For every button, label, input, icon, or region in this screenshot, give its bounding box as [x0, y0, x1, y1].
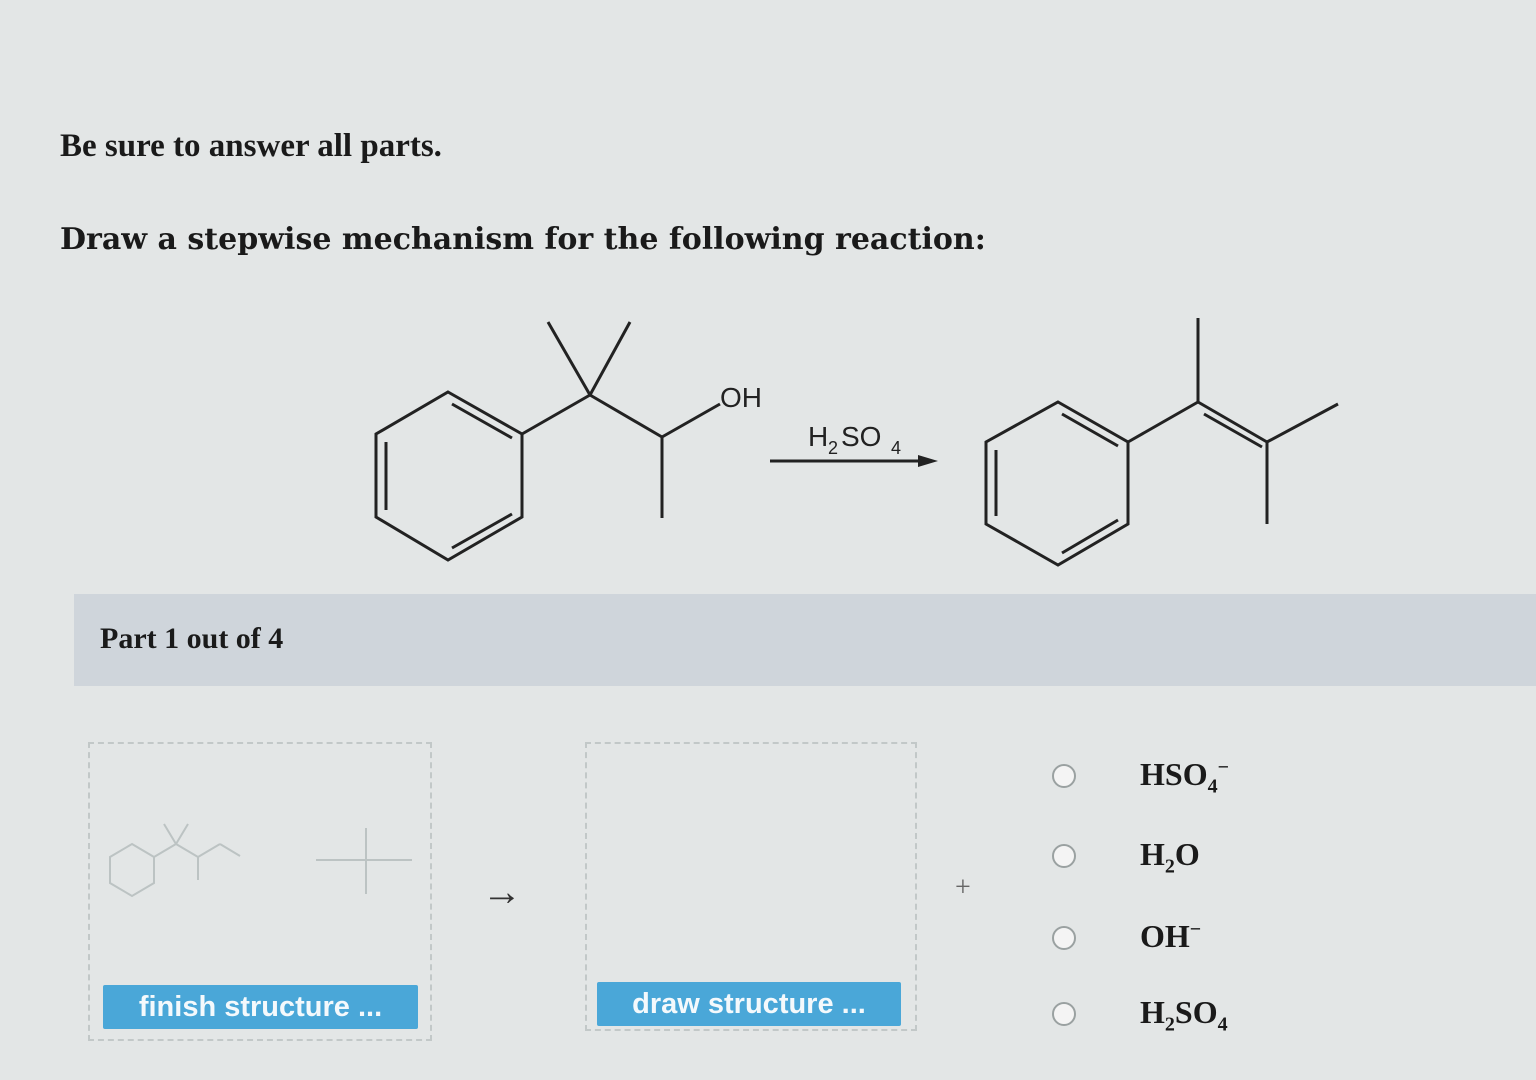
option-label: OH− [1140, 918, 1202, 954]
option-hydroxide[interactable]: OH− [1052, 918, 1312, 958]
option-water[interactable]: H2O [1052, 836, 1312, 878]
reagent-label: H 2 SO 4 [808, 421, 901, 458]
svg-text:SO: SO [841, 421, 881, 452]
part-banner: Part 1 out of 4 [74, 594, 1536, 686]
svg-text:2: 2 [828, 438, 838, 458]
option-bisulfate[interactable]: HSO4− [1052, 756, 1312, 798]
option-sulfuric-acid[interactable]: H2SO4 [1052, 994, 1312, 1036]
radio-button[interactable] [1052, 764, 1076, 788]
svg-text:4: 4 [891, 438, 901, 458]
radio-button[interactable] [1052, 1002, 1076, 1026]
finish-structure-button[interactable]: finish structure ... [103, 985, 418, 1029]
reaction-arrow [770, 455, 938, 467]
svg-text:H: H [808, 421, 828, 452]
option-label: H2SO4 [1140, 994, 1228, 1036]
structure-canvas-1[interactable]: finish structure ... [88, 742, 432, 1041]
hydroxyl-label: OH [720, 382, 762, 413]
option-label: HSO4− [1140, 756, 1229, 798]
radio-button[interactable] [1052, 926, 1076, 950]
option-label: H2O [1140, 836, 1200, 878]
plus-sign: + [955, 872, 971, 903]
reactant-structure [374, 321, 721, 562]
part-label: Part 1 out of 4 [100, 622, 284, 655]
product-structure [984, 318, 1339, 567]
mechanism-arrow: → [482, 869, 522, 914]
draw-structure-button[interactable]: draw structure ... [597, 982, 901, 1026]
reaction-scheme: OH H 2 SO 4 [374, 318, 1339, 567]
structure-canvas-2[interactable]: draw structure ... [585, 742, 917, 1031]
radio-button[interactable] [1052, 844, 1076, 868]
